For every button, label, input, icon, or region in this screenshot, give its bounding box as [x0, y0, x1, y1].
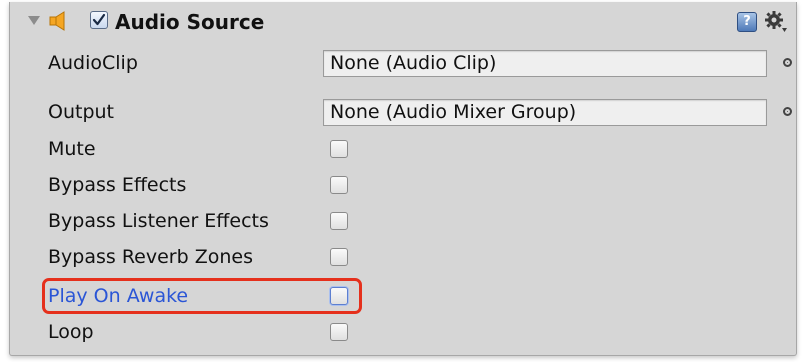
play-on-awake-row: Play On Awake: [10, 279, 796, 313]
help-icon[interactable]: ?: [737, 12, 757, 32]
component-enabled-checkbox[interactable]: [90, 11, 108, 29]
audio-clip-field[interactable]: None (Audio Clip): [323, 50, 767, 77]
output-label: Output: [48, 101, 114, 123]
bypass-listener-effects-row: Bypass Listener Effects: [10, 204, 796, 238]
bypass-effects-checkbox[interactable]: [330, 176, 348, 194]
bypass-reverb-zones-checkbox[interactable]: [330, 248, 348, 266]
object-picker-icon[interactable]: [783, 58, 792, 67]
component-title: Audio Source: [115, 10, 265, 34]
bypass-listener-effects-checkbox[interactable]: [330, 212, 348, 230]
object-picker-icon[interactable]: [783, 107, 792, 116]
bypass-effects-row: Bypass Effects: [10, 168, 796, 202]
bypass-listener-effects-label: Bypass Listener Effects: [48, 210, 269, 232]
audio-clip-row: AudioClip None (Audio Clip): [10, 46, 796, 80]
loop-row: Loop: [10, 315, 796, 349]
screenshot-canvas: Audio Source ? AudioClip None (Audio Cli…: [0, 0, 804, 362]
bypass-effects-label: Bypass Effects: [48, 174, 187, 196]
audio-clip-label: AudioClip: [48, 52, 138, 74]
loop-checkbox[interactable]: [330, 323, 348, 341]
output-row: Output None (Audio Mixer Group): [10, 95, 796, 129]
gear-icon[interactable]: [764, 10, 788, 34]
component-header[interactable]: Audio Source ?: [10, 2, 796, 42]
mute-checkbox[interactable]: [330, 140, 348, 158]
output-field[interactable]: None (Audio Mixer Group): [323, 99, 767, 126]
bypass-reverb-zones-row: Bypass Reverb Zones: [10, 240, 796, 274]
checkmark-icon: [92, 13, 106, 26]
bypass-reverb-zones-label: Bypass Reverb Zones: [48, 246, 253, 268]
play-on-awake-checkbox[interactable]: [330, 287, 348, 305]
play-on-awake-label: Play On Awake: [48, 285, 189, 307]
foldout-triangle-icon[interactable]: [28, 16, 40, 25]
speaker-icon: [49, 11, 65, 31]
audio-source-inspector-panel: Audio Source ? AudioClip None (Audio Cli…: [9, 2, 797, 356]
mute-row: Mute: [10, 132, 796, 166]
mute-label: Mute: [48, 138, 96, 160]
loop-label: Loop: [48, 321, 94, 343]
